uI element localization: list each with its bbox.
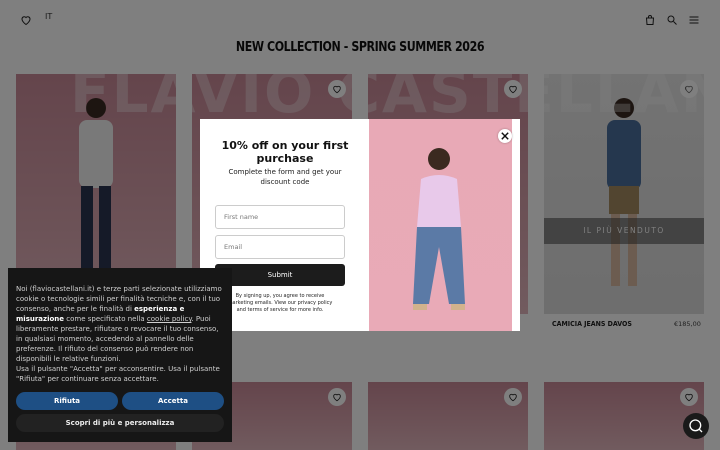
close-icon[interactable] [498,129,512,143]
cookie-text: Noi (flaviocastellani.it) e terze parti … [16,285,222,383]
customize-button[interactable]: Scopri di più e personalizza [16,414,224,432]
accept-button[interactable]: Accetta [122,392,224,410]
refuse-button[interactable]: Rifiuta [16,392,118,410]
submit-button[interactable]: Submit [215,264,345,286]
discount-popup: 10% off on your first purchase Complete … [200,119,520,331]
popup-title: 10% off on your first purchase [221,139,349,165]
cookie-policy-link[interactable]: cookie policy [147,315,192,323]
chat-icon[interactable] [683,413,709,439]
popup-scrollbar[interactable] [512,119,520,331]
cookie-banner: Noi (flaviocastellani.it) e terze parti … [8,268,232,442]
popup-disclaimer: By signing up, you agree to receive mark… [227,293,333,313]
popup-model-image [369,119,512,331]
email-field[interactable]: Email [215,235,345,259]
popup-subtitle: Complete the form and get your discount … [228,168,342,186]
first-name-field[interactable]: First name [215,205,345,229]
